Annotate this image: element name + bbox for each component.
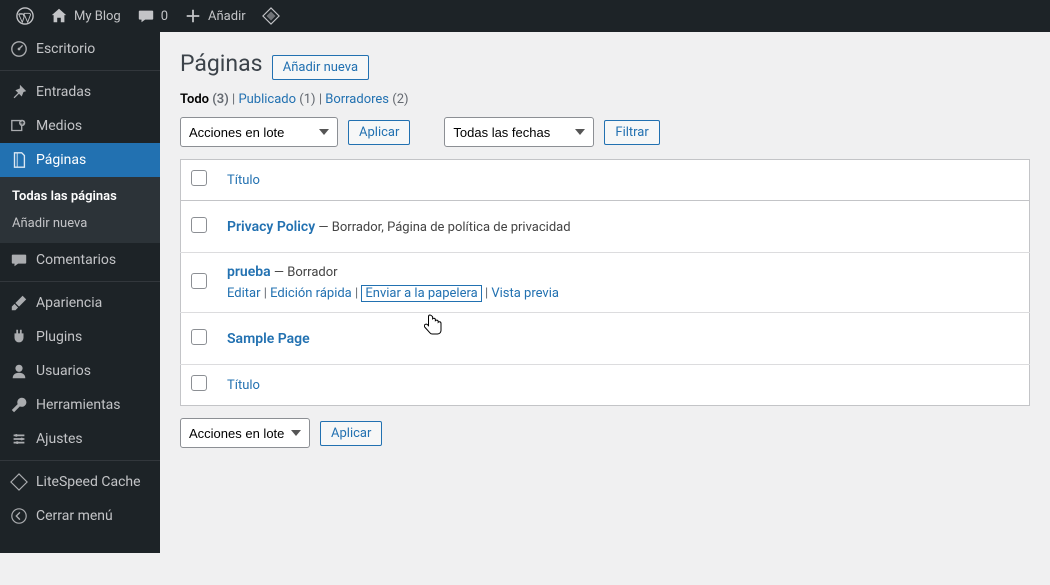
tools-icon [10, 396, 28, 414]
sidebar-item-media[interactable]: Medios [0, 109, 160, 143]
row-title-link[interactable]: Privacy Policy [227, 219, 315, 235]
sidebar-item-comments[interactable]: Comentarios [0, 243, 160, 277]
row-action-preview[interactable]: Vista previa [491, 286, 559, 301]
sidebar-item-dashboard[interactable]: Escritorio [0, 32, 160, 66]
sidebar-item-label: Plugins [36, 329, 82, 345]
col-title-top[interactable]: Título [217, 160, 1030, 201]
page-title: Páginas [180, 50, 263, 77]
row-action-edit[interactable]: Editar [227, 286, 261, 301]
comments-link[interactable]: 0 [129, 0, 176, 32]
row-state: — Borrador, Página de política de privac… [315, 220, 570, 235]
table-filters-top: Acciones en lote Aplicar Todas las fecha… [180, 117, 1030, 147]
home-icon [50, 7, 68, 25]
sidebar-collapse[interactable]: Cerrar menú [0, 499, 160, 533]
table-filters-bottom: Acciones en lote Aplicar [180, 418, 1030, 448]
filter-published[interactable]: Publicado (1) [238, 92, 315, 107]
pin-icon [10, 83, 28, 101]
admin-bar: My Blog 0 Añadir [0, 0, 1050, 32]
page-content: Páginas Añadir nueva Todo (3) | Publicad… [160, 32, 1050, 488]
row-title-link[interactable]: Sample Page [227, 331, 310, 347]
row-actions: Editar | Edición rápida | Enviar a la pa… [227, 286, 1019, 301]
site-home-link[interactable]: My Blog [42, 0, 129, 32]
sidebar-item-plugins[interactable]: Plugins [0, 320, 160, 354]
add-new-page-button[interactable]: Añadir nueva [272, 55, 369, 80]
site-title: My Blog [74, 9, 121, 24]
page-icon [10, 151, 28, 169]
row-checkbox[interactable] [191, 273, 207, 289]
row-checkbox[interactable] [191, 329, 207, 345]
row-action-trash[interactable]: Enviar a la papelera [361, 285, 481, 302]
select-all-bottom-checkbox[interactable] [191, 375, 207, 391]
wordpress-logo-icon [16, 7, 34, 25]
date-filter-select[interactable]: Todas las fechas [444, 117, 594, 147]
sidebar-item-posts[interactable]: Entradas [0, 75, 160, 109]
comment-icon [10, 251, 28, 269]
sidebar-item-label: LiteSpeed Cache [36, 474, 141, 490]
sidebar-item-appearance[interactable]: Apariencia [0, 286, 160, 320]
row-state: — Borrador [271, 265, 338, 280]
brush-icon [10, 294, 28, 312]
sidebar-item-label: Herramientas [36, 397, 121, 413]
bulk-apply-button-bottom[interactable]: Aplicar [320, 421, 382, 446]
table-row: Privacy Policy — Borrador, Página de pol… [181, 201, 1030, 253]
sidebar-item-label: Apariencia [36, 295, 102, 311]
col-title-bottom[interactable]: Título [217, 365, 1030, 406]
sidebar-item-label: Páginas [36, 152, 86, 168]
filter-all[interactable]: Todo (3) [180, 92, 229, 107]
admin-sidebar: Escritorio Entradas Medios Páginas Todas… [0, 32, 160, 553]
wp-logo[interactable] [8, 0, 42, 32]
sidebar-item-label: Escritorio [36, 41, 95, 57]
plus-icon [184, 7, 202, 25]
sidebar-item-label: Medios [36, 118, 82, 134]
select-all-top-checkbox[interactable] [191, 170, 207, 186]
sidebar-item-litespeed[interactable]: LiteSpeed Cache [0, 465, 160, 499]
bulk-action-select-bottom[interactable]: Acciones en lote [180, 418, 310, 448]
submenu-add-new[interactable]: Añadir nueva [0, 210, 160, 237]
add-new-label: Añadir [208, 9, 246, 24]
filter-drafts[interactable]: Borradores (2) [325, 92, 408, 107]
status-filters: Todo (3) | Publicado (1) | Borradores (2… [180, 92, 1030, 107]
dashboard-icon [10, 40, 28, 58]
comment-count: 0 [161, 9, 168, 24]
collapse-icon [10, 507, 28, 525]
bulk-apply-button-top[interactable]: Aplicar [348, 120, 410, 145]
user-icon [10, 362, 28, 380]
sidebar-item-users[interactable]: Usuarios [0, 354, 160, 388]
litespeed-menu[interactable] [254, 0, 288, 32]
plugin-icon [10, 328, 28, 346]
row-title-link[interactable]: prueba [227, 264, 271, 280]
row-checkbox[interactable] [191, 217, 207, 233]
bulk-action-select-top[interactable]: Acciones en lote [180, 117, 338, 147]
table-row: prueba — Borrador Editar | Edición rápid… [181, 253, 1030, 313]
litespeed-icon [10, 473, 28, 491]
submenu-all-pages[interactable]: Todas las páginas [0, 183, 160, 210]
settings-icon [10, 430, 28, 448]
sidebar-item-tools[interactable]: Herramientas [0, 388, 160, 422]
media-icon [10, 117, 28, 135]
sidebar-item-label: Cerrar menú [36, 508, 113, 524]
pages-table: Título Privacy Policy — Borrador, Página… [180, 159, 1030, 406]
row-action-quick-edit[interactable]: Edición rápida [270, 286, 352, 301]
filter-button[interactable]: Filtrar [604, 120, 659, 145]
sidebar-item-pages[interactable]: Páginas [0, 143, 160, 177]
sidebar-submenu-pages: Todas las páginas Añadir nueva [0, 177, 160, 243]
table-row: Sample Page [181, 313, 1030, 365]
comment-icon [137, 7, 155, 25]
sidebar-item-label: Entradas [36, 84, 91, 100]
sidebar-item-label: Usuarios [36, 363, 91, 379]
sidebar-item-settings[interactable]: Ajustes [0, 422, 160, 456]
add-new-link[interactable]: Añadir [176, 0, 254, 32]
sidebar-item-label: Ajustes [36, 431, 83, 447]
litespeed-icon [262, 7, 280, 25]
sidebar-item-label: Comentarios [36, 252, 116, 268]
